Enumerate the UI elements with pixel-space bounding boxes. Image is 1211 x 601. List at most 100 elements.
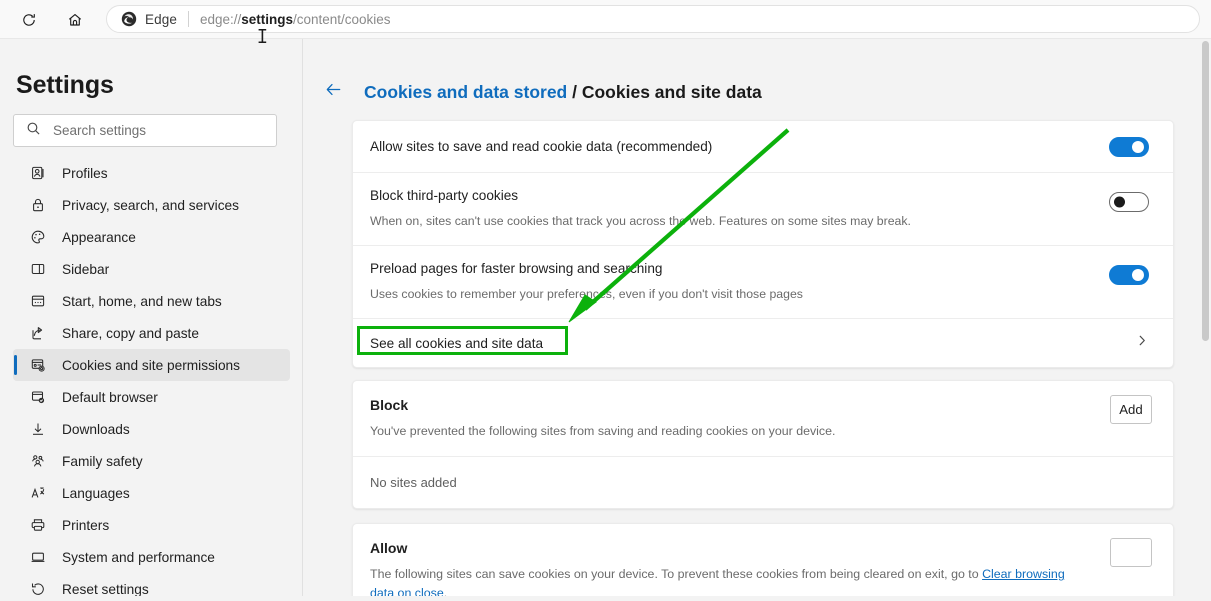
section-title: Block <box>370 397 409 413</box>
row-description: Uses cookies to remember your preference… <box>370 287 803 301</box>
sidebar-item-reset-settings[interactable]: Reset settings <box>13 573 290 596</box>
settings-main-content: Cookies and data stored / Cookies and si… <box>304 39 1211 596</box>
back-button[interactable] <box>322 81 344 103</box>
block-sites-card: Block You've prevented the following sit… <box>352 380 1174 509</box>
section-description: You've prevented the following sites fro… <box>370 424 836 438</box>
block-empty-state: No sites added <box>370 474 457 490</box>
sidebar-item-system-and-performance[interactable]: System and performance <box>13 541 290 573</box>
toggle-block-third-party-cookies[interactable] <box>1109 192 1149 212</box>
see-all-cookies-row[interactable]: See all cookies and site data <box>353 319 1173 367</box>
sidebar-item-sidebar[interactable]: Sidebar <box>13 253 290 285</box>
printer-icon <box>29 516 47 534</box>
add-allow-site-button[interactable] <box>1110 538 1152 567</box>
cookie-settings-card: Allow sites to save and read cookie data… <box>352 120 1174 368</box>
breadcrumb-current: Cookies and site data <box>581 81 762 102</box>
language-icon <box>29 484 47 502</box>
sidebar-item-label: Profiles <box>62 165 108 181</box>
family-icon <box>29 452 47 470</box>
sidebar-item-default-browser[interactable]: Default browser <box>13 381 290 413</box>
laptop-icon <box>29 548 47 566</box>
back-arrow-icon <box>324 80 343 104</box>
row-allow-sites-save-read: Allow sites to save and read cookie data… <box>353 121 1173 173</box>
sidebar-item-label: Appearance <box>62 229 136 245</box>
sidebar-item-label: Cookies and site permissions <box>62 357 241 373</box>
toggle-knob <box>1132 141 1144 153</box>
sidebar-item-label: System and performance <box>62 549 215 565</box>
toggle-allow-sites-save-read[interactable] <box>1109 137 1149 157</box>
row-title: Block third-party cookies <box>370 188 519 203</box>
browser-window-icon <box>29 292 47 310</box>
page-title: Settings <box>16 71 114 99</box>
sidebar-item-share-copy-paste[interactable]: Share, copy and paste <box>13 317 290 349</box>
toggle-knob <box>1114 196 1125 208</box>
sidebar-item-label: Sidebar <box>62 261 110 277</box>
settings-sidebar: Settings Profiles <box>0 39 303 596</box>
sidebar-nav-list: Profiles Privacy, search, and services A… <box>0 157 302 596</box>
section-description: The following sites can save cookies on … <box>370 565 1090 596</box>
sidebar-item-label: Family safety <box>62 453 143 469</box>
allow-sites-card: Allow The following sites can save cooki… <box>352 523 1174 596</box>
browser-toolbar: Edge edge://settings/content/cookies <box>0 0 1211 39</box>
text-cursor-icon <box>258 29 267 43</box>
url-prefix: edge:// <box>199 11 242 27</box>
search-input[interactable] <box>53 123 253 138</box>
breadcrumb-parent-link[interactable]: Cookies and data stored <box>364 82 567 102</box>
sidebar-panel-icon <box>29 260 47 278</box>
address-separator <box>187 11 189 27</box>
allow-description-after: . <box>443 585 448 596</box>
content-scrollbar-thumb[interactable] <box>1202 41 1209 341</box>
sidebar-item-label: Default browser <box>62 389 158 405</box>
allow-description-before: The following sites can save cookies on … <box>370 567 983 581</box>
sidebar-item-family-safety[interactable]: Family safety <box>13 445 290 477</box>
row-block-third-party-cookies: Block third-party cookies When on, sites… <box>353 173 1173 246</box>
row-preload-pages: Preload pages for faster browsing and se… <box>353 246 1173 319</box>
sidebar-item-privacy-search-services[interactable]: Privacy, search, and services <box>13 189 290 221</box>
address-bar[interactable]: Edge edge://settings/content/cookies <box>106 5 1200 33</box>
content-scrollbar[interactable] <box>1200 39 1211 596</box>
sidebar-item-label: Printers <box>62 517 110 533</box>
share-icon <box>29 324 47 342</box>
toggle-knob <box>1132 269 1144 281</box>
url-suffix: /content/cookies <box>293 11 391 27</box>
edge-logo-icon <box>120 11 137 28</box>
breadcrumb: Cookies and data stored / Cookies and si… <box>322 81 762 103</box>
profile-icon <box>29 164 47 182</box>
home-button[interactable] <box>62 7 88 33</box>
sidebar-item-start-home-new-tabs[interactable]: Start, home, and new tabs <box>13 285 290 317</box>
sidebar-item-label: Share, copy and paste <box>62 325 199 341</box>
breadcrumb-separator: / <box>567 81 582 102</box>
reset-icon <box>29 580 47 596</box>
active-indicator-bar <box>14 355 17 375</box>
reload-icon <box>21 12 37 28</box>
sidebar-item-profiles[interactable]: Profiles <box>13 157 290 189</box>
section-title: Allow <box>370 540 408 556</box>
address-url-text[interactable]: edge://settings/content/cookies <box>200 12 391 27</box>
sidebar-item-label: Reset settings <box>62 581 149 597</box>
search-settings-box[interactable] <box>13 114 277 147</box>
palette-icon <box>29 228 47 246</box>
chevron-right-icon <box>1135 334 1149 353</box>
sidebar-item-label: Languages <box>62 485 130 501</box>
allow-section-header: Allow The following sites can save cooki… <box>353 524 1173 596</box>
row-description: When on, sites can't use cookies that tr… <box>370 214 911 228</box>
add-block-site-button[interactable]: Add <box>1110 395 1152 424</box>
breadcrumb-text: Cookies and data stored / Cookies and si… <box>364 82 762 103</box>
row-title: Preload pages for faster browsing and se… <box>370 261 663 276</box>
edge-brand-label: Edge <box>145 11 177 27</box>
sidebar-item-downloads[interactable]: Downloads <box>13 413 290 445</box>
block-section-header: Block You've prevented the following sit… <box>353 381 1173 457</box>
download-icon <box>29 420 47 438</box>
sidebar-item-languages[interactable]: Languages <box>13 477 290 509</box>
home-icon <box>67 12 83 28</box>
toggle-preload-pages[interactable] <box>1109 265 1149 285</box>
sidebar-item-label: Downloads <box>62 421 130 437</box>
reload-button[interactable] <box>16 7 42 33</box>
sidebar-item-appearance[interactable]: Appearance <box>13 221 290 253</box>
sidebar-item-label: Start, home, and new tabs <box>62 293 222 309</box>
sidebar-item-label: Privacy, search, and services <box>62 197 239 213</box>
sidebar-item-cookies-and-site-permissions[interactable]: Cookies and site permissions <box>13 349 290 381</box>
sidebar-item-printers[interactable]: Printers <box>13 509 290 541</box>
lock-icon <box>29 196 47 214</box>
row-title: Allow sites to save and read cookie data… <box>370 139 713 154</box>
cookie-permissions-icon <box>29 356 47 374</box>
